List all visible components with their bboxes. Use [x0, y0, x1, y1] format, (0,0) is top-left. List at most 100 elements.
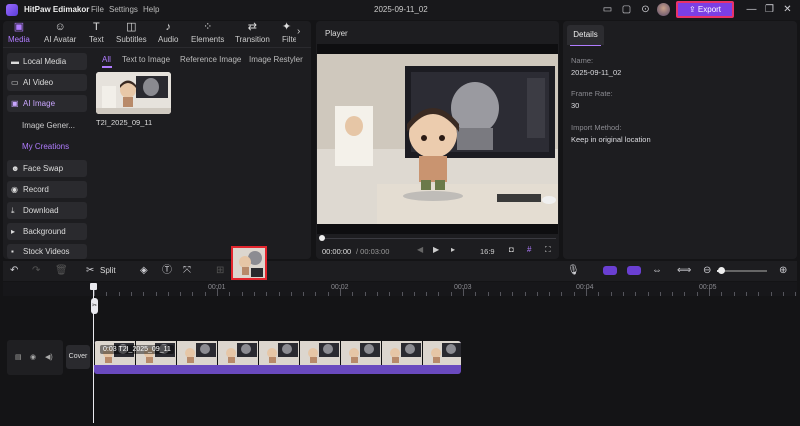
ruler-tick [684, 292, 686, 296]
text-tool-icon[interactable]: Ⓣ [162, 264, 172, 278]
split-icon[interactable]: ✂ [86, 264, 94, 278]
grid-icon[interactable]: # [527, 245, 531, 254]
time-ruler[interactable] [3, 282, 797, 296]
undo-icon[interactable]: ↶ [10, 264, 18, 278]
sidebar-item-background[interactable]: ▸ Background [7, 223, 87, 240]
download-icon[interactable]: ⊙ [639, 3, 652, 16]
dragging-media-thumbnail[interactable] [231, 246, 267, 280]
mask-icon[interactable]: ◈ [140, 264, 148, 278]
frame-rate-label: Frame Rate: [571, 89, 613, 98]
sidebar-sub-image-generator[interactable]: Image Gener... [22, 121, 75, 130]
sidebar-item-face-swap[interactable]: ☻ Face Swap [7, 160, 87, 177]
tab-text[interactable]: T Text [89, 21, 104, 44]
delete-icon[interactable]: 🗑 [55, 264, 68, 278]
aspect-ratio-select[interactable]: 16:9 [480, 247, 495, 256]
media-thumbnail[interactable] [96, 72, 171, 114]
magnet-toggle[interactable] [603, 266, 617, 275]
menu-settings[interactable]: Settings [109, 5, 138, 14]
tab-media[interactable]: ▣ Media [8, 21, 30, 44]
sidebar-sub-my-creations[interactable]: My Creations [22, 142, 69, 151]
layout-icon[interactable]: ▭ [601, 3, 614, 16]
zoom-out-icon[interactable]: ⊖ [703, 264, 711, 278]
playhead-split-icon[interactable]: ✂ [91, 298, 98, 314]
link-toggle[interactable] [627, 266, 641, 275]
ruler-tick [143, 292, 145, 296]
subtab-reference-image[interactable]: Reference Image [180, 55, 241, 64]
sidebar-item-record[interactable]: ◉ Record [7, 181, 87, 198]
zoom-in-icon[interactable]: ⊕ [779, 264, 787, 278]
video-preview [317, 44, 558, 234]
split-button[interactable]: Split [100, 266, 116, 275]
ruler-tick [352, 292, 354, 296]
redo-icon[interactable]: ↷ [32, 264, 40, 278]
subtab-text-to-image[interactable]: Text to Image [122, 55, 170, 64]
playhead-handle[interactable] [90, 283, 97, 290]
export-button[interactable]: ⇪ Export [676, 1, 734, 18]
avatar[interactable] [657, 3, 670, 16]
ruler-tick [696, 292, 698, 296]
ruler-tick [130, 292, 132, 296]
cover-button[interactable]: Cover [66, 345, 90, 369]
fullscreen-icon[interactable]: ⛶ [545, 245, 551, 255]
ruler-tick [192, 292, 194, 296]
ruler-tick-label: 00:04 [576, 284, 594, 291]
tab-subtitles[interactable]: ◫ Subtitles [116, 21, 147, 44]
ruler-tick-label: 00:03 [454, 284, 472, 291]
track-mute-icon[interactable]: ◀) [45, 353, 53, 361]
ruler-tick [278, 292, 280, 296]
clip-frame [422, 341, 461, 365]
tab-filter[interactable]: ✦Filter [282, 21, 296, 44]
microphone-icon[interactable]: 🎙 [567, 264, 580, 278]
ruler-tick [622, 292, 624, 296]
ruler-tick [180, 292, 182, 296]
tab-elements[interactable]: ⁘ Elements [191, 21, 224, 44]
ruler-tick [512, 292, 514, 296]
sidebar-item-ai-image[interactable]: ▣ AI Image [7, 95, 87, 112]
track-lock-icon[interactable]: ▤ [15, 353, 22, 361]
record-icon: ◉ [11, 185, 18, 194]
tab-ai-avatar[interactable]: ☺ AI Avatar [44, 21, 76, 44]
play-icon[interactable]: ▶ [433, 245, 439, 254]
details-tab-underline [570, 45, 601, 46]
chevron-right-icon[interactable]: › [297, 26, 300, 37]
add-icon[interactable]: ⊞ [216, 264, 224, 278]
drag-thumbnail-image [233, 248, 265, 278]
crop-icon[interactable]: ⤧ [183, 264, 191, 278]
next-frame-icon[interactable]: ▸ [451, 245, 455, 254]
track-visibility-icon[interactable]: ◉ [30, 353, 36, 361]
document-title: 2025-09-11_02 [374, 5, 428, 14]
maximize-icon[interactable]: ❐ [763, 3, 776, 16]
sidebar-item-download[interactable]: ⤓ Download [7, 202, 87, 219]
fit-icon[interactable]: ⟺ [677, 264, 691, 278]
zoom-slider-handle[interactable] [718, 267, 725, 274]
close-icon[interactable]: ✕ [781, 3, 794, 16]
sidebar-item-ai-video[interactable]: ▭ AI Video [7, 74, 87, 91]
media-icon: ▣ [13, 21, 25, 33]
ripple-icon[interactable]: ⇔ [652, 264, 662, 278]
name-label: Name: [571, 56, 594, 65]
stock-icon: ▪ [11, 247, 14, 256]
subtab-image-restyler[interactable]: Image Restyler [249, 55, 303, 64]
ruler-tick [475, 292, 477, 296]
tab-details[interactable]: Details [567, 25, 604, 45]
ruler-tick [303, 292, 305, 296]
clip-label: 0:03 T2I_2025_09_11 [100, 345, 174, 354]
sidebar-item-stock-videos[interactable]: ▪ Stock Videos [7, 244, 87, 259]
ruler-tick [401, 292, 403, 296]
scrubber-handle[interactable] [319, 235, 325, 241]
playback-scrubber[interactable] [320, 238, 556, 239]
feedback-icon[interactable]: ▢ [620, 3, 633, 16]
clip-frame [299, 341, 340, 365]
menu-help[interactable]: Help [143, 5, 159, 14]
ruler-tick [241, 292, 243, 296]
tab-audio[interactable]: ♪ Audio [158, 21, 178, 44]
subtab-all[interactable]: All [102, 55, 111, 64]
ruler-tick [733, 292, 735, 296]
menu-file[interactable]: File [91, 5, 104, 14]
media-item-label: T2I_2025_09_11 [96, 118, 153, 127]
sidebar-item-local-media[interactable]: ▬ Local Media [7, 53, 87, 70]
minimize-icon[interactable]: — [745, 3, 758, 16]
snapshot-icon[interactable]: ◘ [509, 245, 514, 254]
tab-transition[interactable]: ⇄ Transition [235, 21, 270, 44]
prev-frame-icon[interactable]: ◀ [417, 245, 423, 254]
